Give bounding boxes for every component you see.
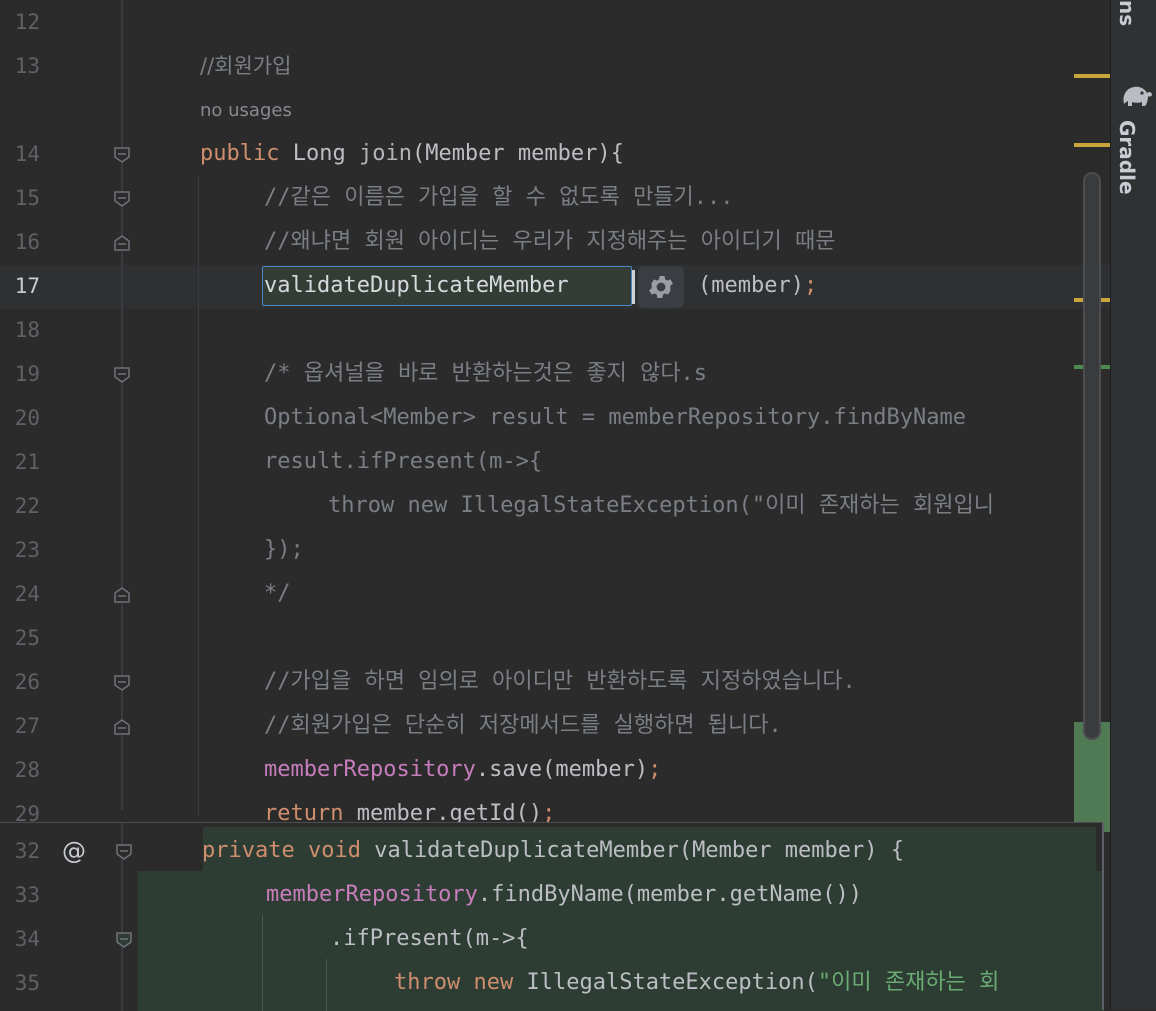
rename-input[interactable]: validateDuplicateMember (264, 264, 569, 308)
line-number: 25 (14, 626, 40, 650)
line-number: 16 (14, 230, 40, 254)
peek-line-34[interactable]: .ifPresent(m->{ (330, 917, 529, 961)
settings-gear-icon (649, 276, 673, 298)
keyword: void (307, 838, 361, 863)
warning-marker[interactable] (1074, 143, 1110, 147)
line-number: 28 (14, 758, 40, 782)
fold-marker-icon[interactable] (113, 674, 131, 692)
type-name: Long (292, 141, 346, 166)
line-number: 20 (14, 406, 40, 430)
keyword: private (202, 838, 295, 863)
args: (member) (698, 273, 804, 298)
code-args[interactable]: (member); (698, 264, 817, 308)
line-number: 34 (14, 927, 40, 951)
fold-end-icon[interactable] (113, 234, 131, 252)
line-number: 23 (14, 538, 40, 562)
code-block-comment[interactable]: }); (264, 528, 304, 572)
string-literal: "이미 존재하는 회 (817, 970, 1000, 995)
line-number: 12 (14, 10, 40, 34)
code-comment[interactable]: //가입을 하면 임의로 아이디만 반환하도록 지정하였습니다. (264, 660, 856, 704)
field-ref: memberRepository (264, 757, 476, 782)
code-line-14[interactable]: public Long join(Member member){ (200, 132, 624, 176)
code-line-28[interactable]: memberRepository.save(member); (264, 748, 661, 792)
indent-guide (262, 915, 263, 1011)
code-block-comment[interactable]: */ (264, 572, 291, 616)
class-name: IllegalStateException( (526, 970, 818, 995)
call: .findByName(member.getName()) (477, 882, 863, 907)
text-caret (632, 270, 635, 304)
code-block-comment[interactable]: /* 옵셔널을 바로 반환하는것은 좋지 않다.s (264, 352, 707, 396)
peek-popup-border (1102, 822, 1104, 1010)
code-comment[interactable]: //같은 이름은 가입을 할 수 없도록 만들기... (264, 176, 734, 220)
keyword: throw (394, 970, 461, 995)
line-number: 18 (14, 318, 40, 342)
warning-marker[interactable] (1074, 74, 1110, 78)
line-number: 14 (14, 142, 40, 166)
rename-options-button[interactable] (638, 266, 684, 308)
gradle-elephant-icon[interactable] (1120, 82, 1154, 110)
code-comment[interactable]: //왜냐면 회원 아이디는 우리가 지정해주는 아이디기 때문 (264, 220, 835, 264)
peek-line-32[interactable]: private void validateDuplicateMember(Mem… (202, 829, 904, 873)
line-number-current: 17 (14, 274, 40, 298)
tool-window-label[interactable]: ns (1115, 0, 1139, 30)
line-number: 21 (14, 450, 40, 474)
override-icon[interactable]: @ (62, 829, 86, 873)
keyword: new (473, 970, 514, 995)
method-name: join (358, 141, 412, 166)
semicolon: ; (648, 757, 662, 782)
fold-marker-icon[interactable] (115, 843, 133, 861)
fold-marker-icon[interactable] (115, 931, 133, 949)
fold-end-icon[interactable] (113, 586, 131, 604)
line-number: 35 (14, 971, 40, 995)
gradle-tool-button[interactable]: Gradle (1115, 120, 1139, 195)
semicolon: ; (803, 273, 818, 298)
call: .save(member) (475, 757, 649, 782)
fold-marker-icon[interactable] (113, 146, 131, 164)
code-block-comment[interactable]: throw new IllegalStateException("이미 존재하는… (328, 484, 994, 528)
code-comment[interactable]: //회원가입 (200, 44, 291, 88)
line-number: 32 (14, 839, 40, 863)
indent-guide (326, 959, 327, 1011)
params: (Member member){ (411, 141, 624, 166)
field-ref: memberRepository (266, 882, 478, 907)
code-comment[interactable]: //회원가입은 단순히 저장메서드를 실행하면 됩니다. (264, 704, 782, 748)
line-number: 26 (14, 670, 40, 694)
line-number: 24 (14, 582, 40, 606)
signature: validateDuplicateMember(Member member) { (374, 838, 905, 863)
usages-hint[interactable]: no usages (200, 100, 292, 121)
fold-marker-icon[interactable] (113, 190, 131, 208)
code-block-comment[interactable]: result.ifPresent(m->{ (264, 440, 542, 484)
peek-definition-popup[interactable]: 32 33 34 35 @ private void validateDupli… (0, 822, 1104, 1011)
keyword: public (200, 141, 280, 166)
line-number: 13 (14, 54, 40, 78)
vertical-scrollbar[interactable] (1083, 172, 1101, 740)
peek-line-33[interactable]: memberRepository.findByName(member.getNa… (266, 873, 862, 917)
line-number: 19 (14, 362, 40, 386)
line-number: 22 (14, 494, 40, 518)
fold-end-icon[interactable] (113, 718, 131, 736)
line-number: 33 (14, 883, 40, 907)
peek-line-35[interactable]: throw new IllegalStateException("이미 존재하는… (394, 961, 999, 1005)
line-number: 15 (14, 186, 40, 210)
indent-guide (198, 176, 199, 816)
fold-marker-icon[interactable] (113, 366, 131, 384)
code-block-comment[interactable]: Optional<Member> result = memberReposito… (264, 396, 966, 440)
line-number: 27 (14, 714, 40, 738)
